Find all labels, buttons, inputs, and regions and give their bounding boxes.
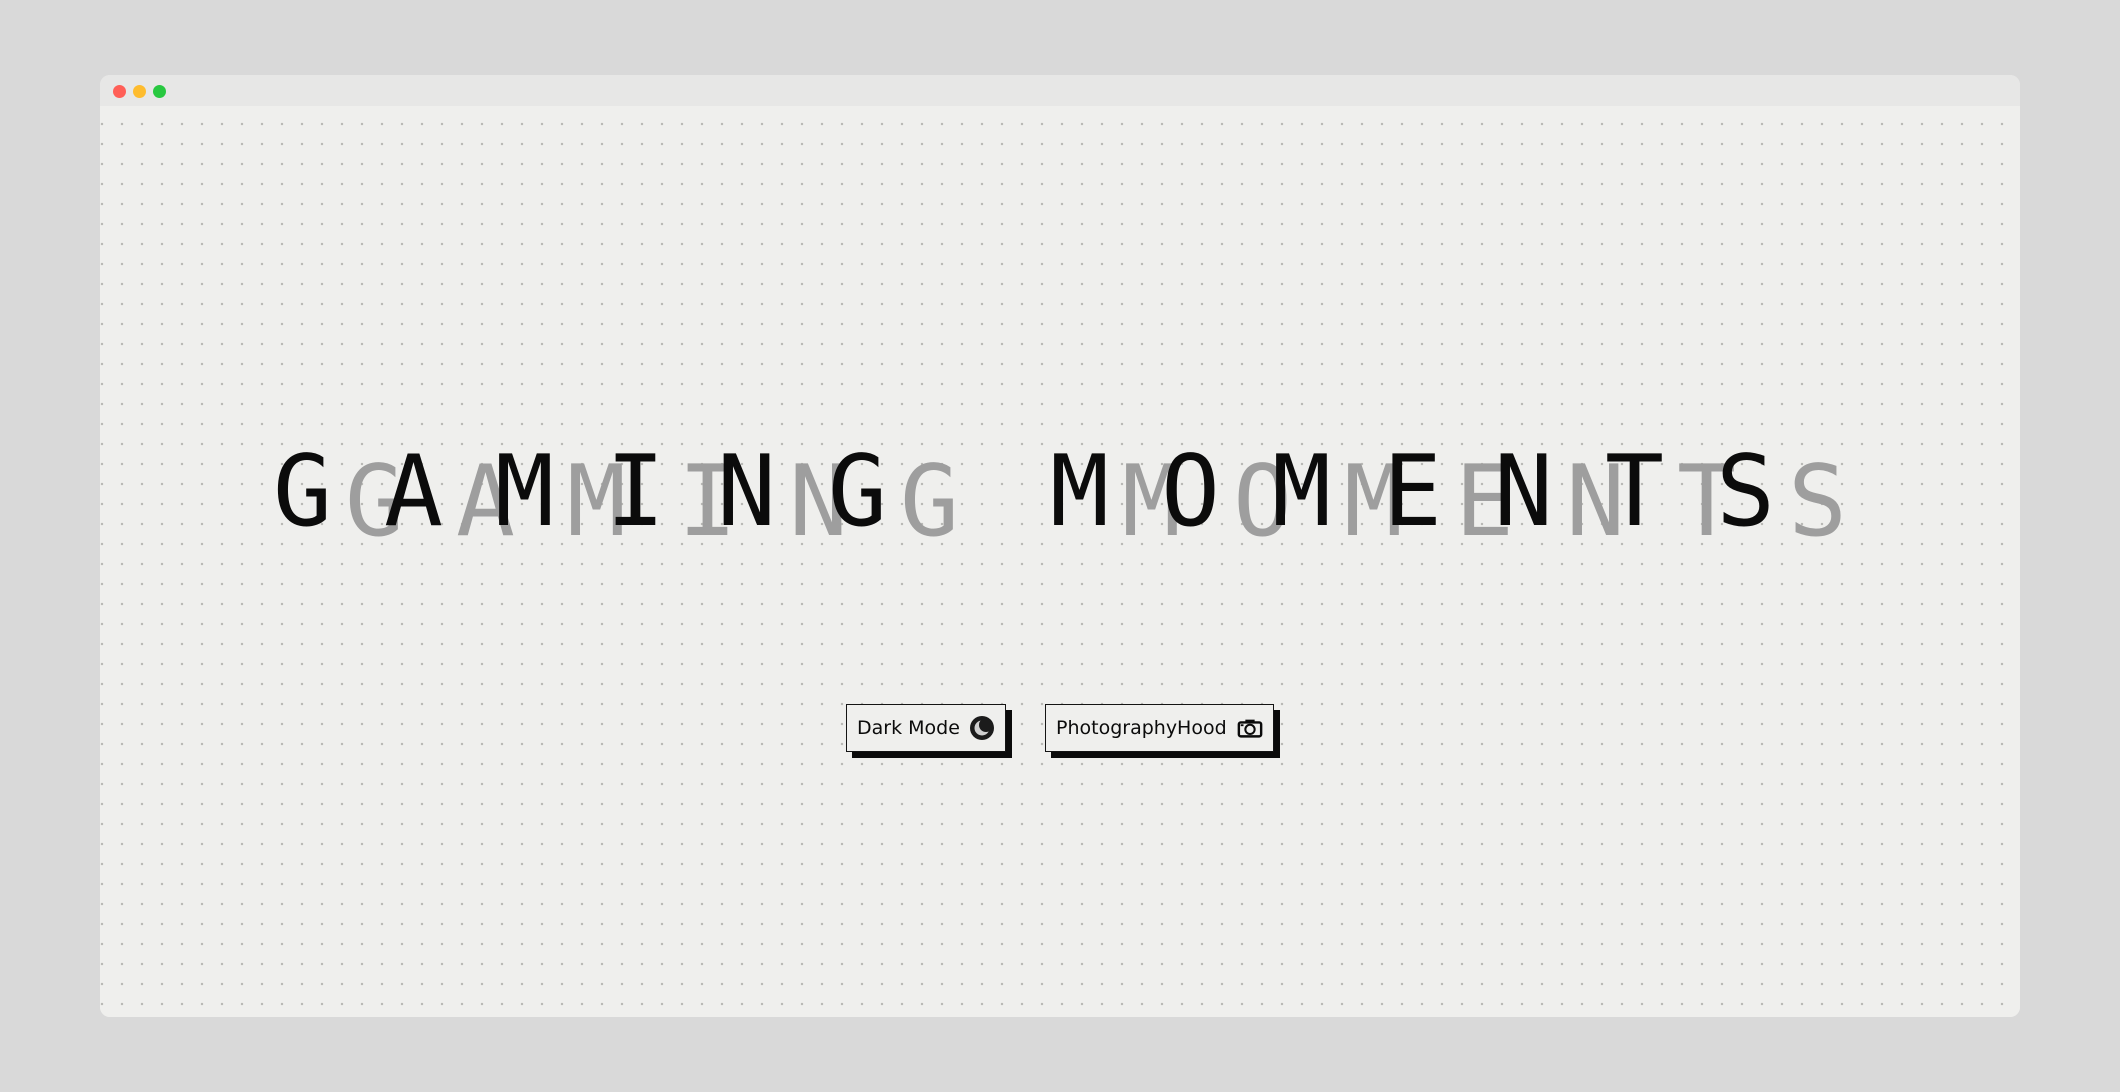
close-window-button[interactable] xyxy=(113,85,126,98)
camera-icon xyxy=(1237,715,1263,741)
minimize-window-button[interactable] xyxy=(133,85,146,98)
dark-mode-label: Dark Mode xyxy=(857,717,960,739)
maximize-window-button[interactable] xyxy=(153,85,166,98)
photographyhood-button[interactable]: PhotographyHood xyxy=(1045,704,1274,752)
window-title-bar xyxy=(100,75,2020,106)
photographyhood-label: PhotographyHood xyxy=(1056,717,1227,739)
outer-frame: GAMING MOMENTS GAMING MOMENTS Dark Mode xyxy=(0,0,2120,1092)
dark-mode-button[interactable]: Dark Mode xyxy=(846,704,1006,752)
hero-title-text: GAMING MOMENTS xyxy=(272,435,1827,549)
action-buttons: Dark Mode PhotographyHood xyxy=(100,704,2020,764)
browser-window: GAMING MOMENTS GAMING MOMENTS Dark Mode xyxy=(100,75,2020,1017)
hero-title: GAMING MOMENTS GAMING MOMENTS xyxy=(100,443,2020,563)
page-viewport: GAMING MOMENTS GAMING MOMENTS Dark Mode xyxy=(100,106,2020,1017)
moon-icon xyxy=(969,715,995,741)
